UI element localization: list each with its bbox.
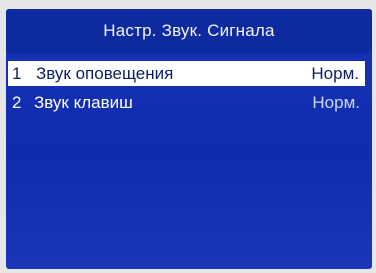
- title-bar: Настр. Звук. Сигнала: [6, 9, 372, 53]
- menu-item-value: Норм.: [311, 63, 359, 83]
- menu-item-number: 1: [12, 63, 22, 83]
- menu-list: 1 Звук оповещения Норм. 2 Звук клавиш Но…: [6, 61, 372, 119]
- device-screen: Настр. Звук. Сигнала 1 Звук оповещения Н…: [6, 9, 372, 269]
- screen-title: Настр. Звук. Сигнала: [103, 21, 275, 40]
- menu-item-label: Звук оповещения: [36, 63, 174, 83]
- menu-item-value: Норм.: [312, 92, 360, 112]
- menu-item-label: Звук клавиш: [34, 92, 133, 112]
- menu-item-number: 2: [12, 92, 22, 112]
- menu-item-alert-sound[interactable]: 1 Звук оповещения Норм.: [8, 61, 365, 86]
- menu-item-key-sound[interactable]: 2 Звук клавиш Норм.: [6, 90, 372, 115]
